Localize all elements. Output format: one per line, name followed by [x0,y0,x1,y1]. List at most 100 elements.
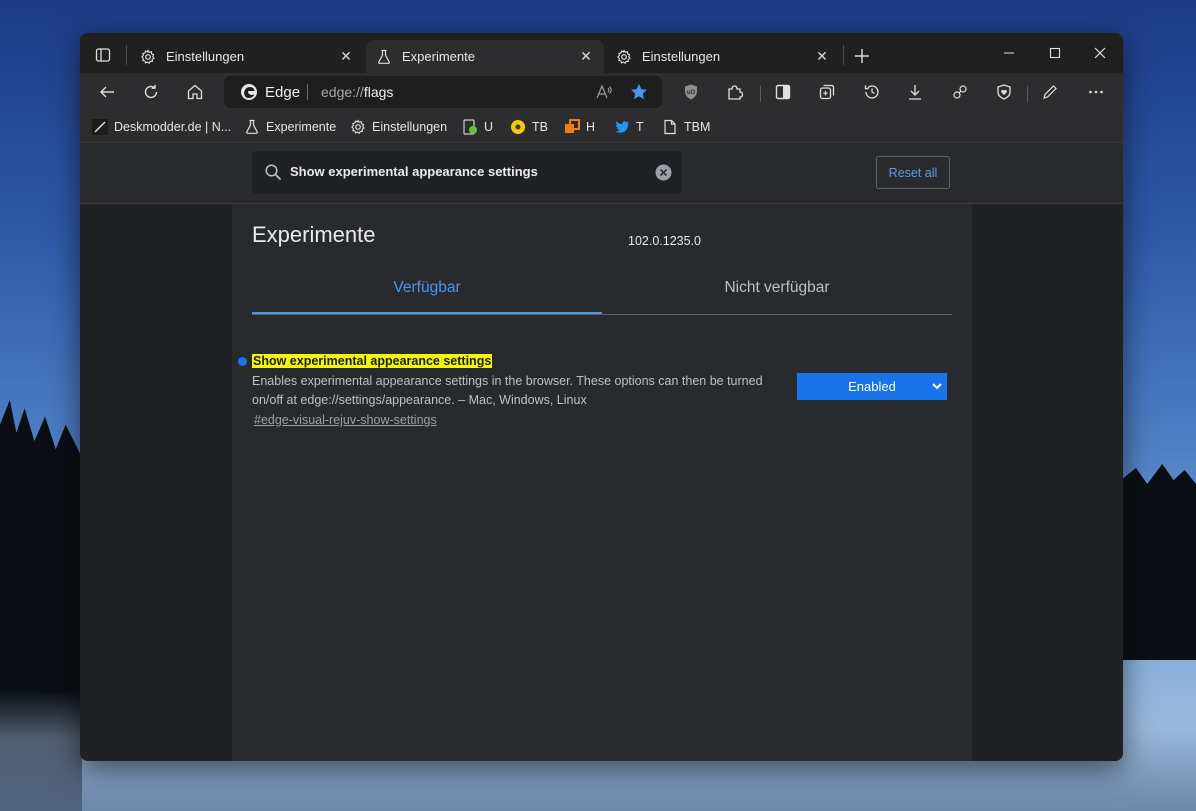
collections-button[interactable] [812,78,842,106]
modified-indicator-dot [238,357,247,366]
tab-available[interactable]: Verfügbar [252,274,602,314]
tab-separator [843,45,844,65]
back-arrow-icon [100,86,114,98]
flags-tabbar: Verfügbar Nicht verfügbar [252,274,952,315]
favorite-label: Deskmodder.de | N... [114,120,232,134]
favorite-label: T [636,120,644,134]
favorites-bar: Deskmodder.de | N... Experimente Einstel… [80,111,1123,143]
favorite-item-deskmodder[interactable]: Deskmodder.de | N... [92,117,231,137]
search-icon [265,164,282,181]
flask-icon [246,119,258,134]
maximize-icon [1049,47,1061,59]
favorite-item-einstellungen[interactable]: Einstellungen [350,117,447,137]
u-bookmark-icon [463,119,477,135]
url-prefix: edge:// [321,84,364,100]
menu-button[interactable] [1081,78,1111,106]
favorite-label: TB [532,120,548,134]
address-separator [307,84,308,100]
flask-icon [378,49,390,64]
tab-experimente[interactable]: Experimente ✕ [366,40,604,73]
favorite-item-t[interactable]: T [614,117,644,137]
minimize-icon [1004,52,1014,54]
close-icon[interactable]: ✕ [578,48,594,65]
collections-icon [819,84,835,100]
pen-icon [1043,85,1057,99]
close-icon[interactable]: ✕ [814,48,830,65]
flags-content: Experimente 102.0.1235.0 Verfügbar Nicht… [80,204,1123,761]
heart-shield-icon [997,84,1011,100]
browser-essentials-button[interactable] [989,78,1019,106]
experiment-state-value: Enabled [848,379,896,394]
favorite-label: H [586,120,596,134]
puzzle-icon [728,85,744,100]
desktop-trees-right [1121,464,1196,660]
new-tab-button[interactable] [851,45,873,67]
performance-button[interactable] [945,78,975,106]
edge-label: Edge [265,84,301,101]
close-window-button[interactable] [1077,41,1123,65]
plus-icon [855,49,869,63]
downloads-button[interactable] [900,78,930,106]
favorite-label: TBM [684,120,711,134]
toolbar-separator [1027,86,1028,102]
flags-panel: Experimente 102.0.1235.0 Verfügbar Nicht… [232,204,972,761]
tab-einstellungen-2[interactable]: Einstellungen ✕ [606,40,840,73]
favorite-item-experimente[interactable]: Experimente [244,117,336,137]
chevron-down-icon [932,383,942,390]
history-icon [864,85,879,99]
deskmodder-icon [92,119,108,135]
browser-window: Einstellungen ✕ Experimente ✕ Einstellun… [80,33,1123,761]
version-label: 102.0.1235.0 [628,234,701,248]
page-icon [664,119,676,135]
search-value: Show experimental appearance settings [290,164,538,179]
favorite-item-u[interactable]: U [462,117,493,137]
split-screen-button[interactable] [768,78,798,106]
ublock-extension-button[interactable]: uO [676,78,706,106]
more-dots-icon [1089,90,1103,94]
url-path: flags [363,84,394,100]
edge-logo-icon [241,84,257,100]
favorite-label: Einstellungen [372,120,448,134]
url-text: edge://flags [321,84,393,100]
flags-search-input[interactable]: Show experimental appearance settings [252,151,682,194]
download-icon [909,85,921,100]
minimize-button[interactable] [986,41,1032,65]
favorite-star-icon[interactable] [629,82,649,102]
reset-all-button[interactable]: Reset all [876,156,950,189]
history-button[interactable] [857,78,887,106]
read-aloud-icon[interactable] [594,82,614,102]
favorite-item-tb[interactable]: TB [510,117,548,137]
experiment-description: Enables experimental appearance settings… [252,374,763,407]
experiment-entry: Show experimental appearance settings En… [238,352,952,427]
page-title: Experimente [252,222,376,247]
maximize-button[interactable] [1032,41,1078,65]
extensions-button[interactable] [720,78,750,106]
ublock-shield-icon: uO [685,84,697,100]
close-icon [1094,47,1106,59]
clear-search-icon[interactable] [655,164,672,181]
tab-title: Einstellungen [642,49,721,64]
twitter-icon [615,121,629,133]
tab-einstellungen-1[interactable]: Einstellungen ✕ [130,40,364,73]
h-bookmark-icon [565,119,580,133]
svg-text:uO: uO [687,90,696,96]
tab-unavailable[interactable]: Nicht verfügbar [602,274,952,314]
toolbar: Edge edge://flags uO [80,73,1123,111]
experiment-permalink[interactable]: #edge-visual-rejuv-show-settings [254,413,437,427]
favorite-item-tbm[interactable]: TBM [662,117,710,137]
pen-extension-button[interactable] [1035,78,1065,106]
back-button[interactable] [92,78,122,106]
close-icon[interactable]: ✕ [338,48,354,65]
gear-icon [351,119,365,135]
tb-bookmark-icon [511,120,525,134]
experiment-state-select[interactable]: Enabled [797,373,947,400]
address-bar[interactable]: Edge edge://flags [224,76,662,108]
tab-strip: Einstellungen ✕ Experimente ✕ Einstellun… [80,33,1123,73]
home-button[interactable] [180,78,210,106]
refresh-button[interactable] [136,78,166,106]
tab-title: Experimente [402,49,475,64]
tab-actions-icon [95,48,111,62]
tab-actions-button[interactable] [88,41,118,69]
favorite-label: Experimente [266,120,337,134]
favorite-item-h[interactable]: H [564,117,595,137]
